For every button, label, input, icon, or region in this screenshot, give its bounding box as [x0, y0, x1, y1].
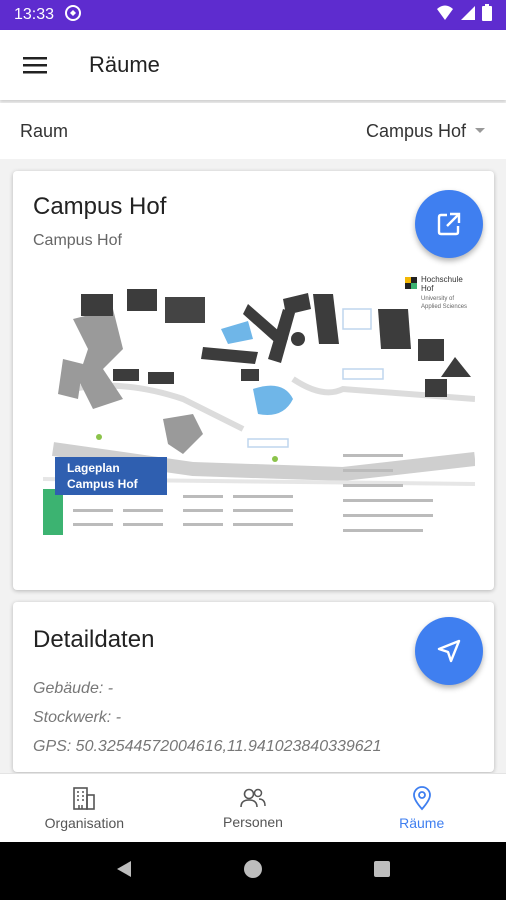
room-dropdown-value: Campus Hof	[365, 120, 466, 141]
nav-item-personen[interactable]: Personen	[169, 774, 338, 842]
location-card: Campus Hof Campus Hof Lageplan Campus Ho…	[13, 171, 494, 590]
recents-button[interactable]	[373, 860, 391, 883]
bottom-navigation: Organisation Personen Räume	[0, 773, 506, 842]
nav-label-raeume: Räume	[399, 815, 445, 831]
open-external-icon	[437, 212, 461, 236]
app-bar: Räume	[0, 30, 506, 100]
status-time: 13:33	[14, 6, 55, 23]
people-icon	[240, 788, 266, 808]
dropdown-arrow-icon	[475, 128, 485, 133]
back-button[interactable]	[115, 859, 133, 884]
nav-label-personen: Personen	[223, 814, 283, 830]
detail-gps: GPS: 50.32544572004616,11.94102384033962…	[33, 738, 382, 755]
status-bar: 13:33	[0, 0, 506, 30]
details-list: Gebäude: - Stockwerk: - GPS: 50.32544572…	[33, 674, 381, 761]
detail-floor: Stockwerk: -	[33, 709, 122, 726]
details-card: Detaildaten Gebäude: - Stockwerk: - GPS:…	[13, 602, 494, 772]
navigate-button[interactable]	[415, 617, 483, 685]
hamburger-icon	[23, 57, 47, 74]
home-button[interactable]	[243, 859, 263, 884]
location-title: Campus Hof	[33, 193, 167, 220]
map-logo-line3: University of	[421, 296, 454, 302]
location-subtitle: Campus Hof	[33, 232, 122, 249]
room-dropdown[interactable]: Campus Hof	[366, 121, 486, 142]
menu-button[interactable]	[0, 30, 70, 100]
nav-item-organisation[interactable]: Organisation	[0, 774, 169, 842]
recents-square-icon	[374, 860, 390, 877]
navigation-arrow-icon	[437, 639, 461, 663]
notification-icon	[64, 4, 82, 27]
campus-map[interactable]: Lageplan Campus Hof Hochschule Hof Unive…	[43, 269, 475, 567]
nav-label-organisation: Organisation	[44, 815, 125, 831]
open-external-button[interactable]	[415, 190, 483, 258]
map-logo-line2: Hof	[421, 284, 434, 293]
map-heading-line2: Campus Hof	[67, 477, 139, 491]
room-select-row: Raum Campus Hof	[0, 103, 506, 159]
page-title: Räume	[89, 52, 160, 77]
battery-icon	[482, 4, 492, 26]
location-pin-icon	[412, 786, 431, 811]
detail-building: Gebäude: -	[33, 680, 114, 697]
map-logo-line4: Applied Sciences	[421, 304, 467, 310]
wifi-icon	[436, 5, 454, 26]
system-navigation-bar	[0, 842, 506, 900]
map-heading-line1: Lageplan	[67, 461, 120, 475]
home-circle-icon	[244, 859, 262, 878]
details-title: Detaildaten	[33, 626, 155, 653]
signal-icon	[460, 5, 476, 26]
nav-item-raeume[interactable]: Räume	[337, 774, 506, 842]
map-logo-line1: Hochschule	[421, 275, 463, 284]
back-triangle-icon	[117, 860, 131, 877]
room-select-label: Raum	[20, 120, 69, 141]
building-icon	[73, 787, 96, 810]
